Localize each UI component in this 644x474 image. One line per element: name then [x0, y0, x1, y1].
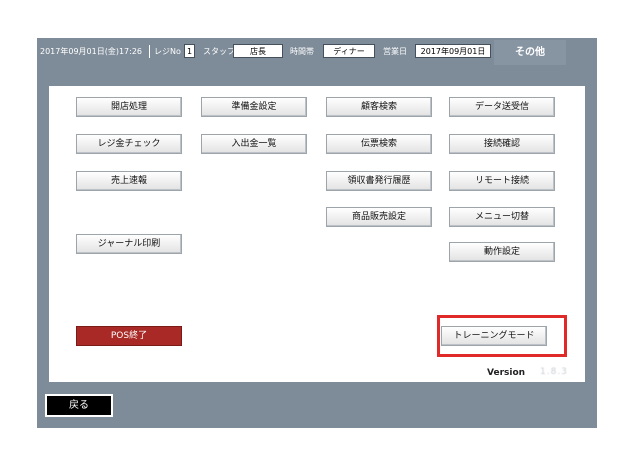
register-number: 1 — [184, 44, 195, 58]
sales-report-button[interactable]: 売上速報 — [76, 171, 182, 191]
datetime-text: 2017年09月01日(金)17:26 — [40, 47, 143, 56]
back-button[interactable]: 戻る — [45, 394, 113, 417]
register-label: レジNo — [154, 47, 181, 56]
business-date-label: 営業日 — [383, 47, 407, 56]
staff-value: 店長 — [233, 44, 283, 58]
slip-search-button[interactable]: 伝票検索 — [326, 134, 432, 154]
version-value: 1.8.3 — [540, 367, 568, 377]
footer-bar: 戻る — [37, 382, 597, 428]
product-sales-setup-button[interactable]: 商品販売設定 — [326, 207, 432, 227]
training-mode-highlight — [437, 315, 567, 357]
store-open-button[interactable]: 開店処理 — [76, 97, 182, 117]
reserve-setup-button[interactable]: 準備金設定 — [201, 97, 307, 117]
register-check-button[interactable]: レジ金チェック — [76, 134, 182, 154]
staff-label: スタッフ — [203, 47, 235, 56]
journal-print-button[interactable]: ジャーナル印刷 — [76, 234, 182, 254]
other-menu-button[interactable]: その他 — [494, 40, 566, 65]
connection-check-button[interactable]: 接続確認 — [449, 134, 555, 154]
remote-connect-button[interactable]: リモート接続 — [449, 171, 555, 191]
cash-inout-list-button[interactable]: 入出金一覧 — [201, 134, 307, 154]
timeslot-value: ディナー — [323, 44, 375, 58]
status-header: 2017年09月01日(金)17:26 レジNo 1 スタッフ 店長 時間帯 デ… — [37, 38, 597, 65]
pos-exit-button[interactable]: POS終了 — [76, 326, 182, 346]
header-divider — [149, 45, 150, 58]
version-label: Version — [487, 368, 526, 378]
menu-switch-button[interactable]: メニュー切替 — [449, 207, 555, 227]
timeslot-label: 時間帯 — [290, 47, 314, 56]
data-transfer-button[interactable]: データ送受信 — [449, 97, 555, 117]
customer-search-button[interactable]: 顧客検索 — [326, 97, 432, 117]
operation-setup-button[interactable]: 動作設定 — [449, 242, 555, 262]
receipt-history-button[interactable]: 領収書発行履歴 — [326, 171, 432, 191]
business-date-value: 2017年09月01日 — [415, 44, 491, 58]
